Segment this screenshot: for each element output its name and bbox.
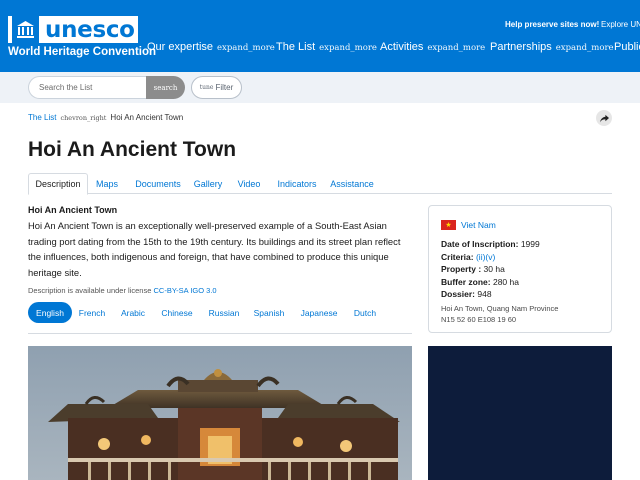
expand-more-icon: expand_more xyxy=(319,43,377,53)
location-text: Hoi An Town, Quang Nam Province xyxy=(441,304,559,313)
main-nav: Our expertise expand_more The List expan… xyxy=(0,41,640,55)
vietnam-flag-icon: ★ xyxy=(441,220,456,230)
nav-the-list[interactable]: The List expand_more xyxy=(276,41,377,53)
expand-more-icon: expand_more xyxy=(427,43,486,53)
fact-label: Buffer zone: xyxy=(441,276,491,287)
share-icon xyxy=(599,114,609,123)
search-bar: search tune Filter xyxy=(0,72,640,103)
side-media-panel xyxy=(428,346,612,480)
fact-value: 30 ha xyxy=(483,264,505,274)
lang-dutch[interactable]: Dutch xyxy=(350,302,380,323)
fact-value: 1999 xyxy=(520,239,540,249)
nav-public[interactable]: Public xyxy=(614,41,640,53)
tab-maps[interactable]: Maps xyxy=(90,173,124,194)
nav-label: Our expertise xyxy=(147,41,214,53)
search-button[interactable]: search xyxy=(146,76,185,99)
lang-english[interactable]: English xyxy=(28,302,72,323)
expand-more-icon: expand_more xyxy=(555,43,614,53)
license-note: Description is available under license C… xyxy=(28,286,217,295)
brand-name: unesco xyxy=(45,16,135,43)
nav-label: Public xyxy=(614,41,640,53)
site-tabs: Description Maps Documents Gallery Video… xyxy=(28,173,612,195)
lang-spanish[interactable]: Spanish xyxy=(252,302,286,323)
description-text: Hoi An Ancient Town is an exceptionally … xyxy=(28,220,401,278)
page-title: Hoi An Ancient Town xyxy=(28,138,237,161)
nav-our-expertise[interactable]: Our expertise expand_more xyxy=(147,41,275,53)
country-row: ★ Viet Nam xyxy=(441,220,496,230)
fact-label: Dossier: xyxy=(441,289,476,299)
unesco-temple-icon xyxy=(12,16,39,43)
nav-label: Partnerships xyxy=(490,41,552,53)
nav-partnerships[interactable]: Partnerships expand_more xyxy=(490,41,614,53)
nav-activities[interactable]: Activities expand_more xyxy=(380,41,485,53)
dossier: Dossier: 948 xyxy=(441,288,540,301)
site-info-card: ★ Viet Nam Date of Inscription: 1999 Cri… xyxy=(428,205,612,333)
tab-assistance[interactable]: Assistance xyxy=(328,173,376,194)
nav-label: The List xyxy=(276,41,316,53)
filter-label: Filter xyxy=(215,83,234,92)
criteria-link[interactable]: (ii)(v) xyxy=(476,252,495,262)
unesco-logo[interactable]: unesco xyxy=(8,16,138,43)
tab-indicators[interactable]: Indicators xyxy=(272,173,322,194)
site-location: Hoi An Town, Quang Nam Province N15 52 6… xyxy=(441,304,558,325)
language-switcher: English French Arabic Chinese Russian Sp… xyxy=(28,302,412,334)
buffer-zone: Buffer zone: 280 ha xyxy=(441,276,540,289)
breadcrumb-the-list[interactable]: The List xyxy=(28,113,56,122)
lang-japanese[interactable]: Japanese xyxy=(298,302,340,323)
share-button[interactable] xyxy=(596,110,612,126)
expand-more-icon: expand_more xyxy=(217,43,275,53)
coordinates-text: N15 52 60 E108 19 60 xyxy=(441,314,517,324)
lang-chinese[interactable]: Chinese xyxy=(159,302,195,323)
breadcrumb: The List chevron_right Hoi An Ancient To… xyxy=(28,113,183,122)
fact-label: Criteria: xyxy=(441,251,474,262)
date-of-inscription: Date of Inscription: 1999 xyxy=(441,238,540,251)
license-prefix: Description is available under license xyxy=(28,286,152,295)
description-heading: Hoi An Ancient Town xyxy=(28,205,118,215)
tab-documents[interactable]: Documents xyxy=(130,173,186,194)
fact-value: 948 xyxy=(477,289,492,299)
breadcrumb-current: Hoi An Ancient Town xyxy=(110,113,184,122)
tab-description[interactable]: Description xyxy=(28,173,88,195)
tune-icon: tune xyxy=(199,84,214,91)
fact-label: Date of Inscription: xyxy=(441,239,519,249)
site-facts: Date of Inscription: 1999 Criteria: (ii)… xyxy=(441,238,540,301)
filter-button[interactable]: tune Filter xyxy=(191,76,242,99)
tab-video[interactable]: Video xyxy=(233,173,265,194)
pagoda-bridge-image xyxy=(28,346,412,480)
lang-russian[interactable]: Russian xyxy=(206,302,242,323)
lang-french[interactable]: French xyxy=(76,302,108,323)
preserve-sites-link[interactable]: Help preserve sites now! xyxy=(505,20,599,29)
site-header: unesco World Heritage Convention Help pr… xyxy=(0,0,640,72)
site-photo[interactable] xyxy=(28,346,412,480)
country-link[interactable]: Viet Nam xyxy=(461,220,496,230)
explore-unesco-link[interactable]: Explore UNESCO xyxy=(601,20,640,29)
fact-label: Property : xyxy=(441,264,482,274)
search-input[interactable] xyxy=(28,76,147,99)
lang-arabic[interactable]: Arabic xyxy=(118,302,148,323)
criteria: Criteria: (ii)(v) xyxy=(441,251,540,264)
chevron-right-icon: chevron_right xyxy=(60,114,107,122)
tab-gallery[interactable]: Gallery xyxy=(190,173,226,194)
property-area: Property : 30 ha xyxy=(441,263,540,276)
nav-label: Activities xyxy=(380,41,424,53)
license-link[interactable]: CC-BY-SA IGO 3.0 xyxy=(154,286,217,295)
fact-value: 280 ha xyxy=(492,276,519,287)
